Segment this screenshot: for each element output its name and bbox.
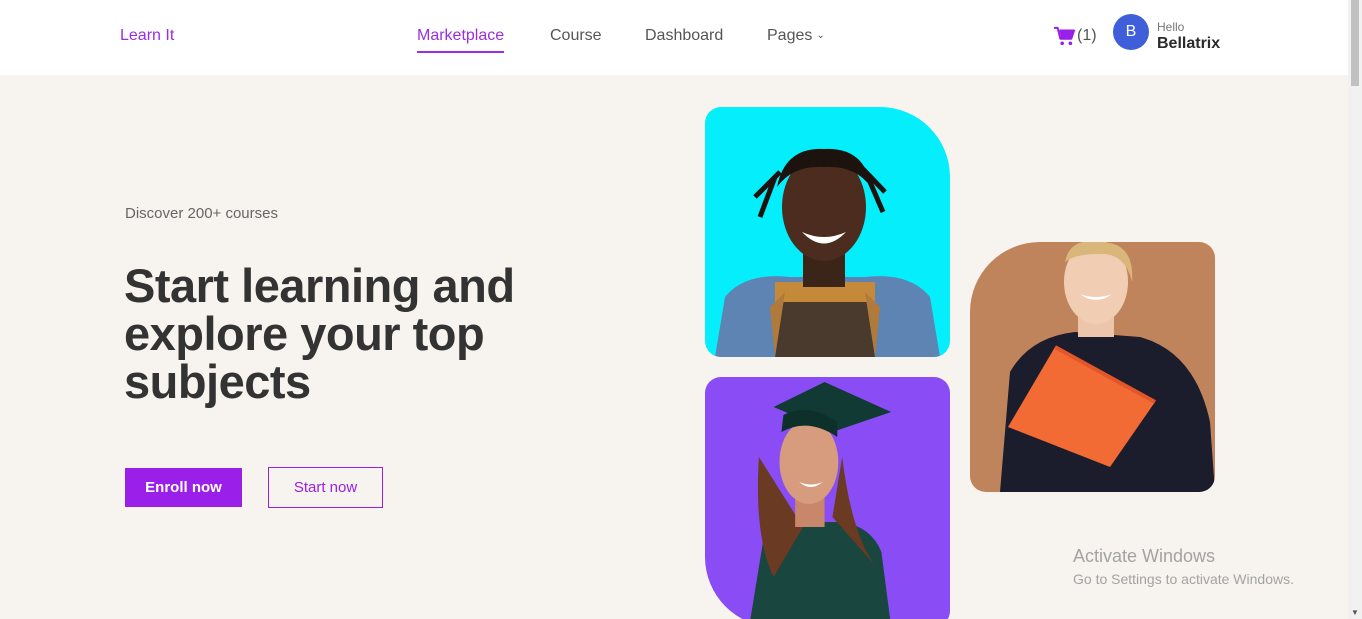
hero-headline: Start learning and explore your top subj… xyxy=(124,262,544,406)
user-name[interactable]: Bellatrix xyxy=(1157,35,1220,53)
nav-marketplace[interactable]: Marketplace xyxy=(417,27,505,53)
shopping-cart-icon xyxy=(1054,26,1075,46)
nav-dashboard[interactable]: Dashboard xyxy=(645,27,723,45)
headline-line-3: subjects xyxy=(124,355,311,408)
nav-course[interactable]: Course xyxy=(550,27,602,45)
graduate-photo xyxy=(705,377,950,619)
student-holding-book-photo xyxy=(970,242,1215,492)
scroll-down-arrow-icon[interactable]: ▼ xyxy=(1351,608,1359,617)
student-smiling-photo xyxy=(705,107,950,357)
brand-logo-link[interactable]: Learn It xyxy=(120,27,174,45)
top-navbar: Learn It Marketplace Course Dashboard Pa… xyxy=(0,0,1348,75)
headline-line-2: explore your top xyxy=(124,307,485,360)
hero-eyebrow: Discover 200+ courses xyxy=(125,205,278,222)
scrollbar-thumb[interactable] xyxy=(1351,0,1359,86)
nav-pages-dropdown[interactable]: Pages ⌄ xyxy=(767,27,825,45)
cart-count: (1) xyxy=(1077,27,1097,44)
cart-button[interactable]: (1) xyxy=(1053,26,1097,46)
headline-line-1: Start learning and xyxy=(124,259,515,312)
user-greeting: Hello xyxy=(1157,20,1185,34)
chevron-down-icon: ⌄ xyxy=(816,30,825,41)
windows-activation-subtitle: Go to Settings to activate Windows. xyxy=(1073,571,1294,587)
user-avatar[interactable]: B xyxy=(1113,14,1149,50)
windows-activation-title: Activate Windows xyxy=(1073,546,1216,566)
enroll-now-button[interactable]: Enroll now xyxy=(125,468,242,507)
start-now-button[interactable]: Start now xyxy=(268,467,383,508)
nav-pages-label: Pages xyxy=(767,27,813,44)
page-scrollbar[interactable]: ▼ xyxy=(1348,0,1362,619)
